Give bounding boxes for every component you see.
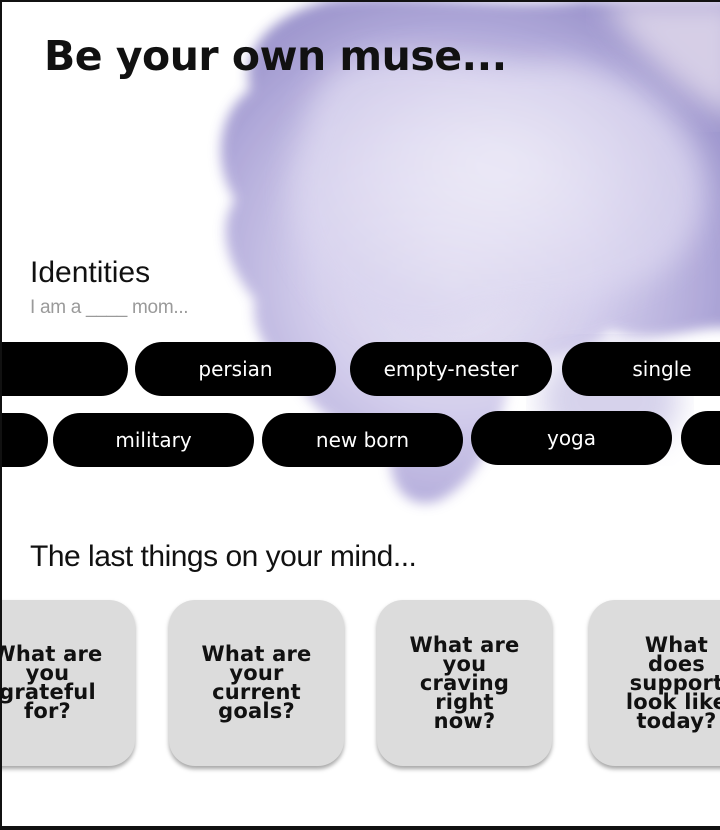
prompt-card-goals[interactable]: What are your current goals? bbox=[169, 600, 344, 766]
identity-tag-military[interactable]: military bbox=[53, 413, 254, 467]
identity-tag-empty-nester[interactable]: empty-nester bbox=[350, 342, 552, 396]
prompt-card-grateful[interactable]: What are you grateful for? bbox=[0, 600, 135, 766]
identities-heading: Identities bbox=[30, 256, 151, 289]
identity-tag-label: single bbox=[632, 357, 692, 381]
identities-subtitle: I am a ____ mom... bbox=[30, 297, 189, 318]
prompt-card-text: What does support look like today? bbox=[625, 632, 720, 733]
identity-tag-persian[interactable]: persian bbox=[135, 342, 336, 396]
identity-tag-single[interactable]: single bbox=[562, 342, 720, 396]
identity-tag-label: yoga bbox=[546, 426, 597, 450]
page: Be your own muse... Identities I am a __… bbox=[0, 0, 720, 830]
identity-tag-hidden[interactable] bbox=[0, 413, 48, 467]
identity-tag-new-born[interactable]: new born bbox=[262, 413, 463, 467]
identity-tag-label: new born bbox=[315, 428, 410, 452]
prompt-card-text: What are you craving right now? bbox=[409, 632, 520, 733]
left-border bbox=[0, 0, 2, 830]
top-border bbox=[0, 0, 720, 2]
identity-tag-label: empty-nester bbox=[383, 357, 519, 381]
prompt-card-text: What are your current goals? bbox=[201, 642, 312, 723]
identity-tag-hidden[interactable] bbox=[0, 342, 128, 396]
prompt-card-craving[interactable]: What are you craving right now? bbox=[377, 600, 552, 766]
prompt-card-text: What are you grateful for? bbox=[0, 642, 103, 723]
identity-tag-label: military bbox=[115, 428, 192, 452]
prompt-card-support[interactable]: What does support look like today? bbox=[589, 600, 720, 766]
identity-tag-label: persian bbox=[198, 357, 273, 381]
identity-tag-yoga[interactable]: yoga bbox=[471, 411, 672, 465]
bottom-border bbox=[0, 826, 720, 830]
page-title: Be your own muse... bbox=[44, 32, 507, 80]
mind-heading: The last things on your mind... bbox=[30, 540, 417, 573]
